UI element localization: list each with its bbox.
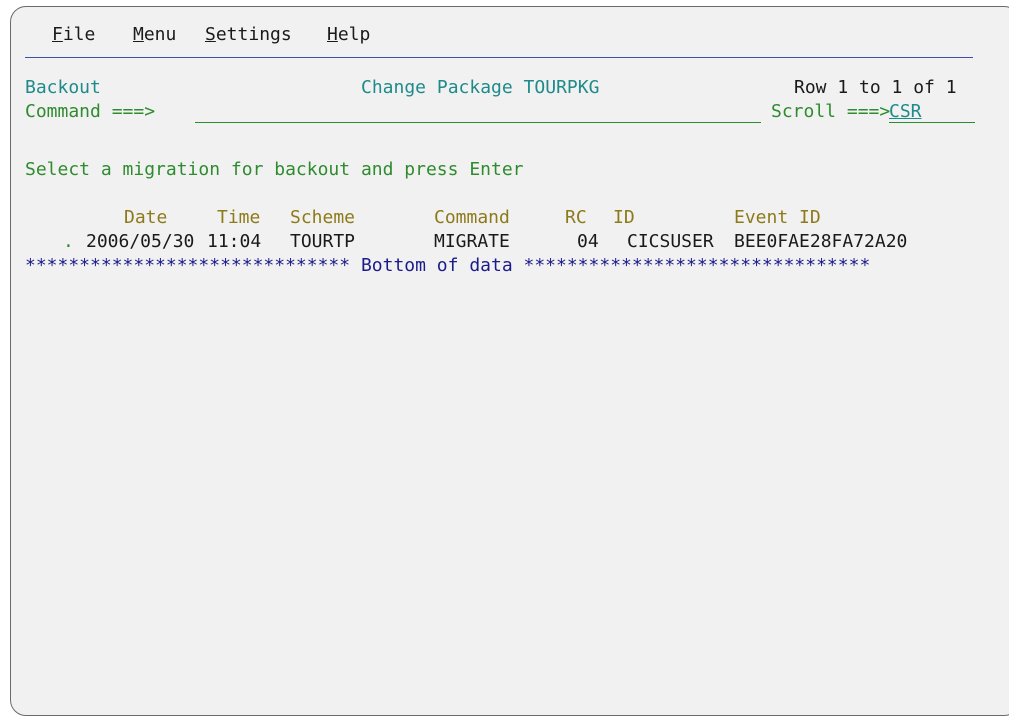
menu-file-label: ile	[62, 24, 96, 45]
menu-menu-label: enu	[143, 24, 177, 45]
col-id: ID	[613, 207, 635, 228]
bottom-of-data-line: ****************************** Bottom of…	[11, 254, 870, 278]
row-id: CICSUSER	[627, 231, 714, 252]
row-scheme: TOURTP	[290, 231, 356, 252]
terminal-screen: File Menu Settings Help Backout Change P…	[10, 6, 1009, 716]
command-label: Command ===>	[25, 101, 156, 122]
command-input[interactable]	[195, 100, 761, 123]
title-line: Backout Change Package TOURPKG Row 1 to …	[11, 76, 1001, 100]
scroll-amount-input[interactable]	[889, 100, 975, 123]
col-date: Date	[124, 207, 168, 228]
scroll-label: Scroll ===>	[771, 101, 891, 122]
menu-file-hotkey: F	[52, 24, 63, 45]
col-rc: RC	[565, 207, 587, 228]
col-time: Time	[217, 207, 261, 228]
instruction-line: Select a migration for backout and press…	[11, 158, 524, 182]
row-rc: 04	[577, 231, 599, 252]
menu-menu[interactable]: Menu	[133, 23, 176, 47]
menu-settings-hotkey: S	[205, 24, 216, 45]
row-time: 11:04	[207, 231, 262, 252]
row-info: Row 1 to 1 of 1	[794, 77, 957, 98]
menu-separator	[25, 57, 973, 58]
command-line: Command ===> Scroll ===>	[11, 100, 1001, 124]
menu-help-label: elp	[337, 24, 371, 45]
page-title: Change Package TOURPKG	[361, 77, 600, 98]
table-header: Date Time Scheme Command RC ID Event ID	[11, 206, 1001, 230]
menu-menu-hotkey: M	[133, 24, 144, 45]
col-scheme: Scheme	[290, 207, 356, 228]
row-event-id: BEE0FAE28FA72A20	[734, 231, 908, 252]
menu-settings-label: ettings	[215, 24, 292, 45]
bottom-of-data-marker: ****************************** Bottom of…	[25, 255, 871, 276]
row-command: MIGRATE	[434, 231, 510, 252]
menu-help-hotkey: H	[327, 24, 338, 45]
menu-file[interactable]: File	[52, 23, 95, 47]
menu-help[interactable]: Help	[327, 23, 370, 47]
row-select-field[interactable]: .	[63, 230, 74, 254]
col-event-id: Event ID	[734, 207, 821, 228]
panel-id: Backout	[25, 77, 101, 98]
menu-bar: File Menu Settings Help	[11, 23, 370, 47]
table-row: . 2006/05/30 11:04 TOURTP MIGRATE 04 CIC…	[11, 230, 1001, 254]
row-date: 2006/05/30	[86, 231, 195, 252]
col-command: Command	[434, 207, 510, 228]
menu-settings[interactable]: Settings	[205, 23, 292, 47]
instruction-text: Select a migration for backout and press…	[25, 159, 524, 180]
